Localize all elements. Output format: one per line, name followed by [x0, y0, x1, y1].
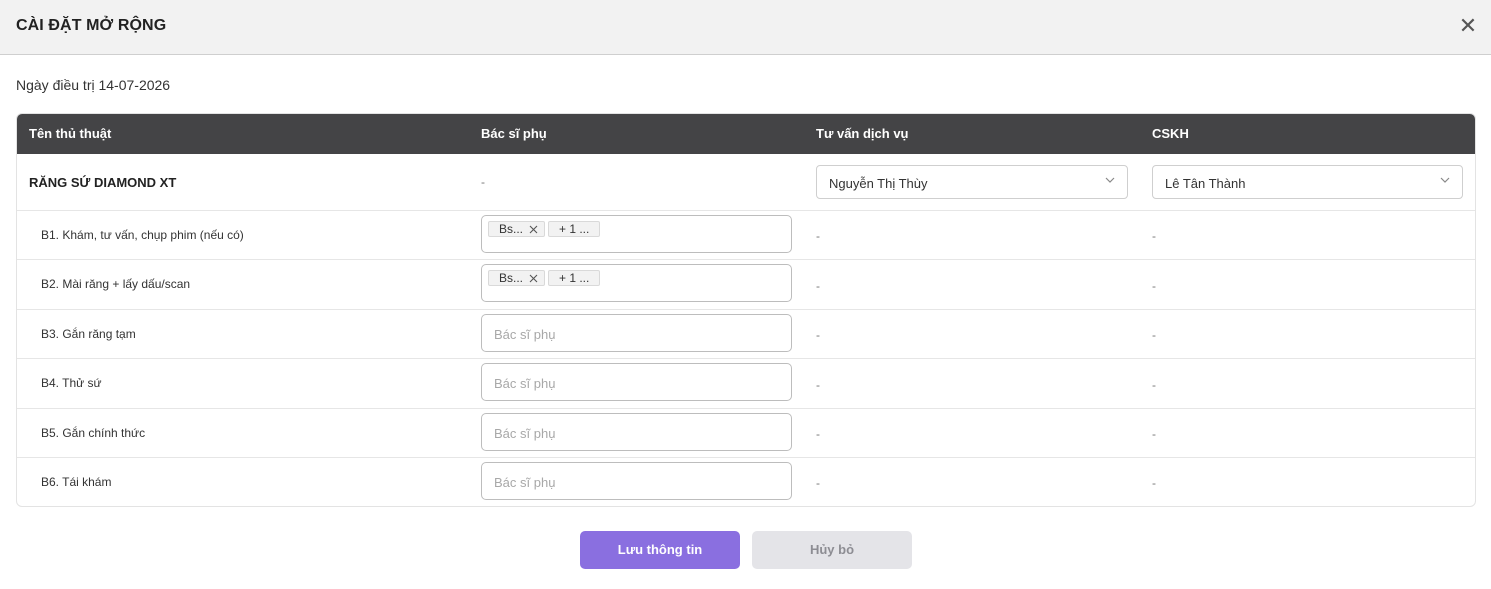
column-header-consultant: Tư vấn dịch vụ	[816, 126, 909, 141]
cskh-value: -	[1152, 328, 1156, 342]
column-header-assistant: Bác sĩ phụ	[481, 126, 547, 141]
more-tag[interactable]: + 1 ...	[548, 221, 601, 237]
remove-tag-icon[interactable]	[529, 225, 538, 234]
table-header: Tên thủ thuật Bác sĩ phụ Tư vấn dịch vụ …	[17, 114, 1475, 154]
assistant-multiselect[interactable]: Bác sĩ phụ	[481, 462, 792, 500]
assistant-multiselect[interactable]: Bs... + 1 ...	[481, 264, 792, 302]
assistant-tag[interactable]: Bs...	[488, 270, 546, 286]
modal-title: CÀI ĐẶT MỞ RỘNG	[16, 17, 167, 34]
remove-tag-icon[interactable]	[529, 274, 538, 283]
save-button[interactable]: Lưu thông tin	[580, 531, 740, 569]
step-name: B4. Thử sứ	[41, 376, 102, 390]
table-row-step: B6. Tái khám Bác sĩ phụ - -	[17, 458, 1475, 506]
table-row-step: B3. Gắn răng tạm Bác sĩ phụ - -	[17, 310, 1475, 359]
tag-label: Bs...	[499, 222, 524, 236]
assistant-multiselect[interactable]: Bác sĩ phụ	[481, 314, 792, 352]
modal-header: CÀI ĐẶT MỞ RỘNG ✕	[0, 0, 1491, 55]
assistant-multiselect[interactable]: Bác sĩ phụ	[481, 413, 792, 451]
cskh-value: -	[1152, 476, 1156, 490]
assistant-placeholder: Bác sĩ phụ	[494, 376, 556, 391]
step-name: B2. Mài răng + lấy dấu/scan	[41, 277, 191, 291]
table-row-main: RĂNG SỨ DIAMOND XT - Nguyễn Thị Thùy Lê …	[17, 154, 1475, 211]
cskh-value: -	[1152, 279, 1156, 293]
assistant-multiselect[interactable]: Bs... + 1 ...	[481, 215, 792, 253]
table-row-step: B2. Mài răng + lấy dấu/scan Bs... + 1 ..…	[17, 260, 1475, 310]
step-name: B5. Gắn chính thức	[41, 426, 146, 440]
close-icon[interactable]: ✕	[1457, 15, 1479, 37]
table-row-step: B5. Gắn chính thức Bác sĩ phụ - -	[17, 409, 1475, 458]
column-header-procedure: Tên thủ thuật	[29, 126, 112, 141]
assistant-placeholder: Bác sĩ phụ	[494, 327, 556, 342]
cskh-value: -	[1152, 427, 1156, 441]
assistant-placeholder: Bác sĩ phụ	[494, 475, 556, 490]
table-row-step: B1. Khám, tư vấn, chụp phim (nếu có) Bs.…	[17, 211, 1475, 260]
step-name: B1. Khám, tư vấn, chụp phim (nếu có)	[41, 228, 244, 242]
column-header-cskh: CSKH	[1152, 126, 1189, 141]
consultant-value: -	[816, 328, 820, 342]
consultant-select[interactable]: Nguyễn Thị Thùy	[816, 165, 1128, 199]
treatment-date: Ngày điều trị 14-07-2026	[16, 77, 171, 93]
procedure-name: RĂNG SỨ DIAMOND XT	[29, 175, 177, 190]
procedure-table: Tên thủ thuật Bác sĩ phụ Tư vấn dịch vụ …	[16, 113, 1476, 507]
consultant-value: -	[816, 378, 820, 392]
cskh-value: -	[1152, 378, 1156, 392]
table-row-step: B4. Thử sứ Bác sĩ phụ - -	[17, 359, 1475, 409]
cancel-button[interactable]: Hủy bỏ	[752, 531, 912, 569]
consultant-value: -	[816, 427, 820, 441]
assistant-value: -	[481, 175, 485, 189]
step-name: B3. Gắn răng tạm	[41, 327, 136, 341]
step-name: B6. Tái khám	[41, 475, 112, 489]
cskh-value: -	[1152, 229, 1156, 243]
assistant-multiselect[interactable]: Bác sĩ phụ	[481, 363, 792, 401]
consultant-value: Nguyễn Thị Thùy	[829, 176, 928, 191]
more-tag[interactable]: + 1 ...	[548, 270, 601, 286]
cskh-value: Lê Tân Thành	[1165, 176, 1246, 191]
assistant-tag[interactable]: Bs...	[488, 221, 546, 237]
cskh-select[interactable]: Lê Tân Thành	[1152, 165, 1463, 199]
consultant-value: -	[816, 476, 820, 490]
chevron-down-icon	[1440, 177, 1450, 183]
consultant-value: -	[816, 279, 820, 293]
chevron-down-icon	[1105, 177, 1115, 183]
consultant-value: -	[816, 229, 820, 243]
assistant-placeholder: Bác sĩ phụ	[494, 426, 556, 441]
tag-label: Bs...	[499, 271, 524, 285]
